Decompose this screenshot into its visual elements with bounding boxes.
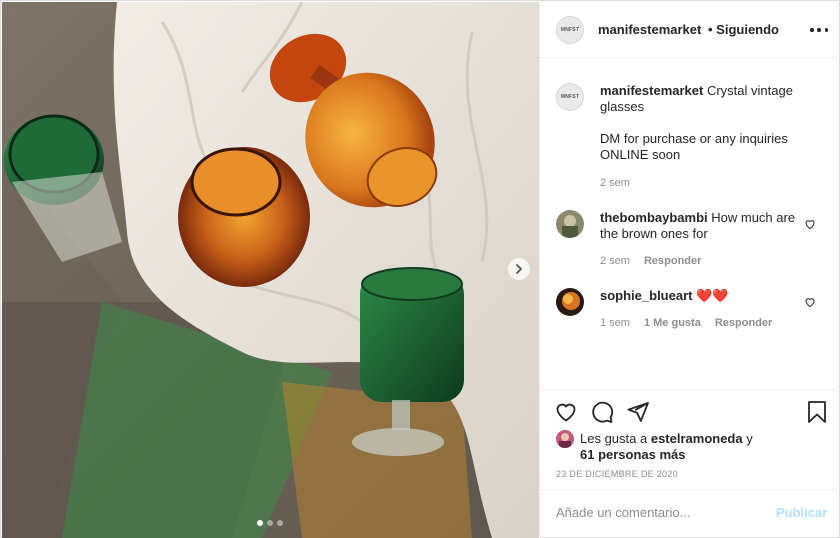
add-comment-bar: Añade un comentario... Publicar: [540, 489, 840, 538]
comment-body: thebombaybambi How much are the brown on…: [600, 210, 800, 242]
likes-suffix: y: [746, 431, 753, 446]
comment-meta: 1 sem 1 Me gusta Responder: [600, 317, 772, 329]
caption-avatar[interactable]: MNFST: [556, 83, 584, 111]
next-slide-button[interactable]: [508, 258, 530, 280]
post-date[interactable]: 23 DE DICIEMBRE DE 2020: [556, 469, 678, 479]
comment-time[interactable]: 2 sem: [600, 255, 630, 267]
comment-username[interactable]: sophie_blueart: [600, 288, 692, 303]
glasses-photo-illustration: [2, 2, 539, 538]
heart-icon[interactable]: [554, 400, 578, 424]
avatar-logo-text: MNFST: [560, 27, 580, 33]
caption-time[interactable]: 2 sem: [600, 177, 630, 189]
header-username[interactable]: manifestemarket: [598, 22, 701, 37]
liker-username[interactable]: estelramoneda: [651, 431, 743, 446]
comment-likes-count[interactable]: 1 Me gusta: [644, 317, 701, 329]
comment-time[interactable]: 1 sem: [600, 317, 630, 329]
caption-body: manifestemarket Crystal vintage glasses …: [600, 83, 800, 163]
caption-meta: 2 sem: [600, 177, 630, 189]
comment-like-heart-icon[interactable]: [804, 218, 816, 230]
bookmark-icon[interactable]: [806, 400, 828, 424]
caption-username[interactable]: manifestemarket: [600, 83, 703, 98]
post-actions: Les gusta a estelramoneda y 61 personas …: [540, 389, 840, 489]
carousel-indicator: [257, 520, 283, 526]
likes-summary: Les gusta a estelramoneda y 61 personas …: [556, 430, 753, 463]
carousel-dot: [267, 520, 273, 526]
comment-avatar[interactable]: [556, 288, 584, 316]
carousel-dot: [277, 520, 283, 526]
likes-prefix: Les gusta a: [580, 431, 648, 446]
chevron-right-icon: [516, 264, 522, 274]
comment-meta: 2 sem Responder: [600, 255, 701, 267]
comment-icon[interactable]: [590, 400, 614, 424]
reply-button[interactable]: Responder: [715, 317, 772, 329]
post-header: MNFST manifestemarket • Siguiendo: [540, 2, 840, 58]
more-options-icon[interactable]: [810, 22, 828, 38]
follow-status[interactable]: • Siguiendo: [708, 22, 779, 37]
comment-text: ❤️❤️: [696, 288, 729, 303]
publish-button[interactable]: Publicar: [776, 505, 827, 520]
comments-list: MNFST manifestemarket Crystal vintage gl…: [540, 59, 840, 389]
comment-avatar[interactable]: [556, 210, 584, 238]
comment-like-heart-icon[interactable]: [804, 296, 816, 308]
caption-text-line2: DM for purchase or any inquiries ONLINE …: [600, 131, 788, 162]
instagram-post: MNFST manifestemarket • Siguiendo MNFST …: [0, 0, 840, 538]
comment-username[interactable]: thebombaybambi: [600, 210, 708, 225]
likes-others[interactable]: 61 personas más: [580, 447, 686, 462]
account-avatar[interactable]: MNFST: [556, 16, 584, 44]
comment-body: sophie_blueart ❤️❤️: [600, 288, 800, 304]
paper-plane-icon[interactable]: [626, 400, 650, 424]
post-photo[interactable]: [2, 2, 539, 538]
post-side-panel: MNFST manifestemarket • Siguiendo MNFST …: [539, 2, 840, 538]
comment-input[interactable]: Añade un comentario...: [556, 505, 756, 520]
liker-avatar[interactable]: [556, 430, 574, 448]
carousel-dot-active: [257, 520, 263, 526]
reply-button[interactable]: Responder: [644, 255, 701, 267]
